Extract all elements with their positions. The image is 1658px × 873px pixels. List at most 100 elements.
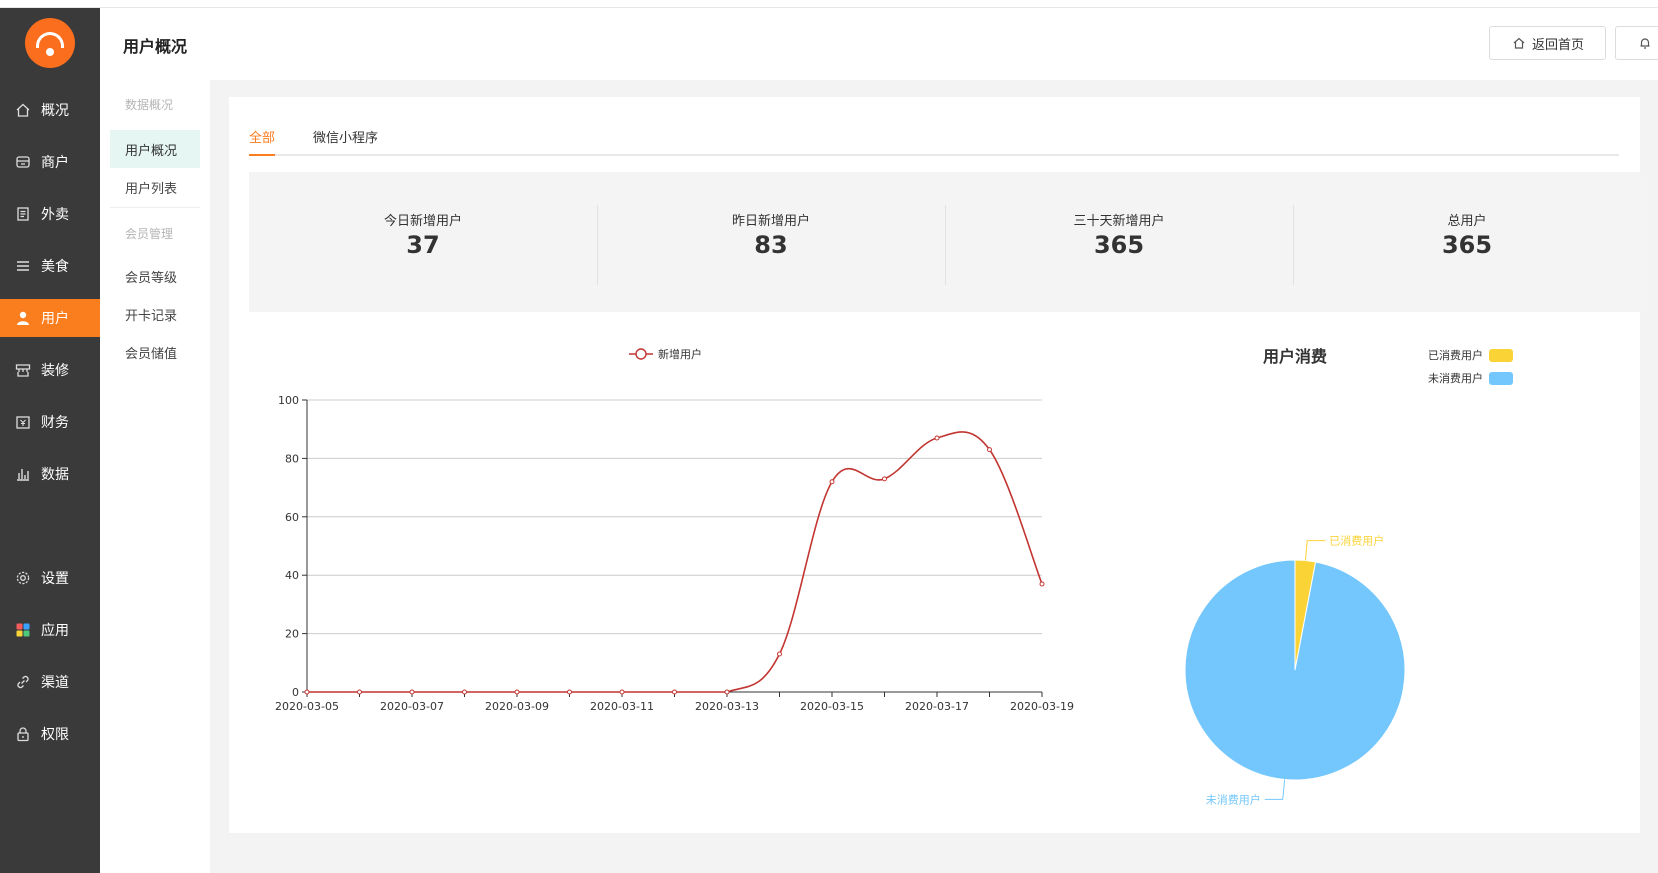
rail-item-label: 权限 [41, 727, 69, 743]
x-tick-label: 2020-03-09 [485, 700, 549, 713]
wallet-icon [14, 413, 32, 431]
pie-slice-label: 未消费用户 [1206, 792, 1261, 806]
pie-legend-label: 未消费用户 [1428, 371, 1483, 385]
tab-wechat-miniprogram[interactable]: 微信小程序 [313, 127, 378, 156]
overview-card: 全部 微信小程序 今日新增用户 37 昨日新增用户 83 三十天新增用户 365… [229, 97, 1641, 833]
data-point [934, 435, 940, 441]
y-tick-label: 80 [285, 452, 299, 465]
user-icon [14, 309, 32, 327]
pie-slice-label: 已消费用户 [1329, 534, 1384, 548]
subnav-item-card-records[interactable]: 开卡记录 [110, 295, 200, 333]
rail-item-label: 商户 [41, 155, 69, 171]
series-line-new-users [307, 431, 1043, 693]
rail-item[interactable]: 渠道 [0, 663, 100, 701]
y-tick-label: 100 [278, 394, 299, 407]
y-tick-label: 40 [285, 569, 299, 582]
app-logo[interactable] [25, 18, 75, 68]
y-tick-label: 0 [292, 686, 299, 699]
stat-today-new-users: 今日新增用户 37 [249, 172, 597, 312]
home-icon [14, 101, 32, 119]
menu-lines-icon [14, 257, 32, 275]
rail-item[interactable]: 概况 [0, 91, 100, 129]
back-home-label: 返回首页 [1532, 37, 1585, 53]
pie-label-line [1264, 779, 1286, 800]
lock-icon [14, 725, 32, 743]
data-point [829, 479, 835, 485]
subnav-divider [110, 207, 200, 208]
stat-value: 365 [1093, 231, 1145, 259]
rail-item-label: 装修 [41, 363, 69, 379]
subnav-item-user-list[interactable]: 用户列表 [110, 168, 200, 206]
rail-item-label: 美食 [41, 259, 69, 275]
rail-item[interactable]: 权限 [0, 715, 100, 753]
data-point [304, 689, 310, 695]
rail-item[interactable]: 用户 [0, 299, 100, 337]
subnav-item-member-deposit[interactable]: 会员储值 [110, 333, 200, 371]
apps-grid-icon [14, 621, 32, 639]
rail-item-label: 财务 [41, 415, 69, 431]
subnav-group-data-overview: 数据概况 [125, 98, 174, 112]
legend-label: 新增用户 [658, 347, 702, 361]
awning-icon [14, 361, 32, 379]
sub-sidebar: 数据概况 用户概况 用户列表 会员管理 会员等级 开卡记录 会员储值 [100, 80, 210, 873]
data-point [777, 651, 782, 657]
subnav-item-member-level[interactable]: 会员等级 [110, 257, 200, 295]
gear-icon [14, 569, 32, 587]
stat-value: 365 [1441, 231, 1493, 259]
bar-chart-icon [14, 465, 32, 483]
stat-label: 今日新增用户 [383, 214, 462, 229]
link-icon [14, 673, 32, 691]
stat-label: 总用户 [1447, 214, 1487, 229]
pie-title: 用户消费 [1263, 347, 1327, 366]
data-point [1039, 581, 1045, 587]
pie-legend-swatch [1489, 349, 1513, 362]
data-point [567, 689, 572, 695]
x-tick-label: 2020-03-15 [800, 700, 864, 713]
rail-item[interactable]: 应用 [0, 611, 100, 649]
pie-legend-label: 已消费用户 [1428, 348, 1483, 362]
rail-item[interactable]: 商户 [0, 143, 100, 181]
rail-item[interactable]: 外卖 [0, 195, 100, 233]
rail-item-label: 设置 [41, 571, 69, 587]
rail-item-label: 应用 [41, 623, 69, 639]
rail-item-label: 概况 [41, 103, 69, 119]
back-home-button[interactable]: 返回首页 [1489, 26, 1606, 60]
pie-label-line [1304, 540, 1326, 561]
pie-legend-swatch [1489, 372, 1513, 385]
data-point [462, 689, 467, 695]
rail-item[interactable]: 装修 [0, 351, 100, 389]
main-sidebar: 概况商户外卖美食用户装修财务数据设置应用渠道权限 [0, 8, 100, 873]
y-tick-label: 20 [285, 628, 299, 641]
rail-item[interactable]: 财务 [0, 403, 100, 441]
bell-icon [1638, 36, 1652, 50]
user-consumption-pie-chart: 用户消费 已消费用户未消费用户已消费用户未消费用户 [1184, 347, 1513, 806]
tab-bar: 全部 微信小程序 [249, 127, 1619, 156]
rail-item[interactable]: 美食 [0, 247, 100, 285]
x-tick-label: 2020-03-13 [695, 700, 759, 713]
tab-all[interactable]: 全部 [249, 127, 276, 156]
x-tick-label: 2020-03-11 [590, 700, 654, 713]
messages-button[interactable]: 消 [1615, 26, 1658, 60]
x-tick-label: 2020-03-07 [380, 700, 444, 713]
y-tick-label: 60 [285, 511, 299, 524]
data-point [357, 689, 362, 695]
stat-label: 昨日新增用户 [731, 214, 810, 229]
subnav-item-user-overview[interactable]: 用户概况 [110, 130, 200, 168]
document-icon [14, 205, 32, 223]
rail-item-label: 渠道 [41, 675, 69, 691]
page-title: 用户概况 [123, 37, 188, 56]
stat-value: 83 [754, 231, 788, 259]
data-point [987, 447, 992, 453]
store-icon [14, 153, 32, 171]
rail-item[interactable]: 设置 [0, 559, 100, 597]
rail-item[interactable]: 数据 [0, 455, 100, 493]
pie-slice [1184, 559, 1406, 781]
stat-value: 37 [406, 231, 440, 259]
page-header: 用户概况 返回首页 消 [100, 8, 1658, 80]
x-tick-label: 2020-03-05 [275, 700, 339, 713]
stat-total-users: 总用户 365 [1293, 172, 1641, 312]
data-point [409, 689, 415, 695]
legend-marker [635, 348, 647, 360]
browser-bookmark-strip [0, 0, 1658, 8]
subnav-group-member-management: 会员管理 [125, 227, 174, 241]
